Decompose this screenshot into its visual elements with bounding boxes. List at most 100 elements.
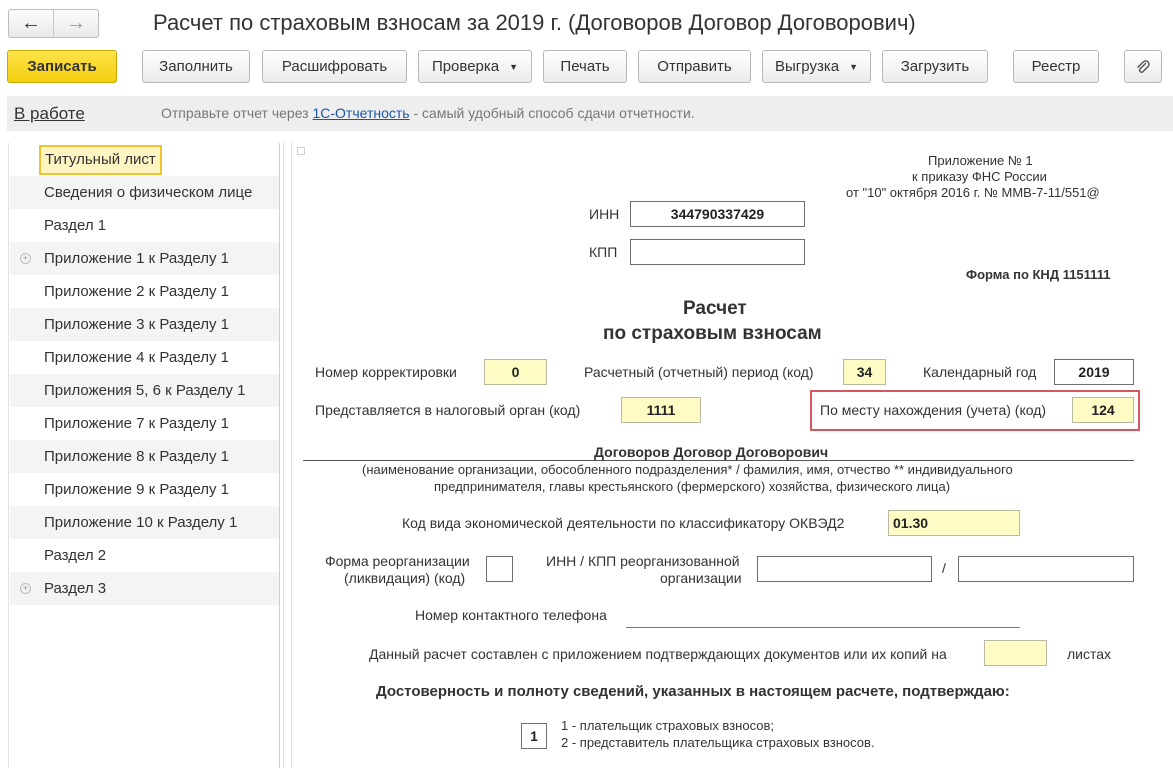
sidebar-item-appendix-7[interactable]: Приложение 7 к Разделу 1: [10, 407, 279, 440]
reorganization-label-1: Форма реорганизации: [325, 553, 470, 569]
arrow-right-icon: →: [66, 12, 86, 34]
sidebar-item-label: Приложения 5, 6 к Разделу 1: [44, 382, 246, 399]
reorganized-inn-label-2: организации: [660, 570, 742, 586]
attach-button[interactable]: [1124, 50, 1162, 83]
okved-field[interactable]: 01.30: [888, 510, 1020, 536]
arrow-left-icon: ←: [21, 12, 41, 34]
correction-label: Номер корректировки: [315, 364, 457, 380]
check-dropdown-button[interactable]: Проверка ▼: [418, 50, 532, 83]
form-heading: Расчет: [683, 298, 747, 319]
sidebar-item-appendix-8[interactable]: Приложение 8 к Разделу 1: [10, 440, 279, 473]
load-button[interactable]: Загрузить: [882, 50, 988, 83]
phone-label: Номер контактного телефона: [415, 607, 607, 623]
pages-suffix: листах: [1067, 646, 1112, 662]
sidebar-item-label: Приложение 9 к Разделу 1: [44, 481, 229, 498]
sidebar-item-label: Раздел 1: [44, 217, 107, 234]
1c-reporting-link[interactable]: 1С-Отчетность: [312, 105, 409, 121]
back-button[interactable]: ←: [9, 10, 53, 37]
kpp-field[interactable]: [630, 239, 805, 265]
caret-down-icon: ▼: [849, 61, 858, 72]
sidebar-item-label: Приложение 10 к Разделу 1: [44, 514, 238, 531]
print-button[interactable]: Печать: [543, 50, 627, 83]
forward-button[interactable]: →: [53, 10, 98, 37]
reorganized-inn-label-1: ИНН / КПП реорганизованной: [546, 553, 740, 569]
sidebar-item-label: Сведения о физическом лице: [44, 184, 253, 201]
organization-name[interactable]: Договоров Договор Договорович: [594, 444, 828, 460]
check-button-label: Проверка: [431, 58, 500, 75]
history-nav: ← →: [8, 9, 99, 38]
pages-field[interactable]: [984, 640, 1047, 666]
sidebar-item-appendix-2[interactable]: Приложение 2 к Разделу 1: [10, 275, 279, 308]
save-button-label: Записать: [27, 58, 97, 75]
period-field[interactable]: 34: [843, 359, 886, 385]
okved-label: Код вида экономической деятельности по к…: [402, 515, 845, 531]
phone-field[interactable]: [626, 627, 1020, 628]
confirm-heading: Достоверность и полноту сведений, указан…: [376, 683, 1010, 700]
form-subheading: по страховым взносам: [603, 323, 822, 344]
sidebar-item-title-page[interactable]: Титульный лист: [10, 143, 279, 176]
sidebar-item-label: Приложение 8 к Разделу 1: [44, 448, 229, 465]
sidebar-item-appendix-9[interactable]: Приложение 9 к Разделу 1: [10, 473, 279, 506]
appendix-line-2: к приказу ФНС России: [912, 169, 1047, 184]
expand-icon[interactable]: +: [20, 253, 31, 264]
registry-button[interactable]: Реестр: [1013, 50, 1099, 83]
window-title: Расчет по страховым взносам за 2019 г. (…: [153, 10, 916, 35]
registry-button-label: Реестр: [1031, 58, 1081, 75]
organization-caption-2: предпринимателя, главы крестьянского (фе…: [434, 479, 951, 494]
correction-field[interactable]: 0: [484, 359, 547, 385]
inn-field[interactable]: 344790337429: [630, 201, 805, 227]
sidebar-item-person-info[interactable]: Сведения о физическом лице: [10, 176, 279, 209]
reorganization-field[interactable]: [486, 556, 513, 582]
organization-caption-1: (наименование организации, обособленного…: [362, 462, 1013, 477]
sidebar-item-appendix-1[interactable]: + Приложение 1 к Разделу 1: [10, 242, 279, 275]
sidebar-item-appendix-4[interactable]: Приложение 4 к Разделу 1: [10, 341, 279, 374]
sidebar-item-label: Титульный лист: [39, 145, 162, 175]
export-dropdown-button[interactable]: Выгрузка ▼: [762, 50, 871, 83]
print-button-label: Печать: [560, 58, 610, 75]
sidebar-item-section-3[interactable]: + Раздел 3: [10, 572, 279, 605]
signer-option-2: 2 - представитель плательщика страховых …: [561, 735, 875, 750]
form-corner-marker: [297, 147, 305, 155]
location-code-field[interactable]: 124: [1072, 397, 1134, 423]
sections-sidebar: Титульный лист Сведения о физическом лиц…: [8, 143, 280, 768]
sidebar-item-appendix-5-6[interactable]: Приложения 5, 6 к Разделу 1: [10, 374, 279, 407]
save-button[interactable]: Записать: [7, 50, 117, 83]
period-label: Расчетный (отчетный) период (код): [584, 364, 814, 380]
sidebar-item-section-2[interactable]: Раздел 2: [10, 539, 279, 572]
organization-name-line: [303, 460, 1134, 461]
paperclip-icon: [1137, 59, 1150, 73]
sidebar-item-label: Приложение 2 к Разделу 1: [44, 283, 229, 300]
send-button-label: Отправить: [657, 58, 732, 75]
expand-icon[interactable]: +: [20, 583, 31, 594]
reorganized-kpp-field[interactable]: [958, 556, 1134, 582]
caret-down-icon: ▼: [509, 61, 519, 72]
reorganization-label-2: (ликвидация) (код): [344, 570, 466, 586]
status-link[interactable]: В работе: [14, 104, 85, 124]
load-button-label: Загрузить: [900, 58, 970, 75]
export-button-label: Выгрузка: [775, 58, 840, 75]
knd-code: Форма по КНД 1151111: [966, 267, 1111, 282]
sidebar-item-appendix-3[interactable]: Приложение 3 к Разделу 1: [10, 308, 279, 341]
year-field[interactable]: 2019: [1054, 359, 1134, 385]
sidebar-item-label: Раздел 2: [44, 547, 107, 564]
signer-type-field[interactable]: 1: [521, 723, 547, 749]
sidebar-item-label: Приложение 1 к Разделу 1: [44, 250, 229, 267]
signer-option-1: 1 - плательщик страховых взносов;: [561, 718, 774, 733]
send-button[interactable]: Отправить: [638, 50, 751, 83]
fill-button[interactable]: Заполнить: [142, 50, 250, 83]
panel-splitter[interactable]: [283, 143, 292, 768]
tax-authority-label: Представляется в налоговый орган (код): [315, 402, 581, 418]
inn-label: ИНН: [589, 206, 620, 222]
reorganized-inn-field[interactable]: [757, 556, 932, 582]
kpp-label: КПП: [589, 244, 618, 260]
sidebar-item-section-1[interactable]: Раздел 1: [10, 209, 279, 242]
tax-authority-field[interactable]: 1111: [621, 397, 701, 423]
fill-button-label: Заполнить: [159, 58, 233, 75]
sidebar-item-label: Раздел 3: [44, 580, 107, 597]
decode-button-label: Расшифровать: [281, 58, 388, 75]
decode-button[interactable]: Расшифровать: [262, 50, 407, 83]
inn-kpp-separator: /: [942, 560, 946, 576]
sidebar-item-label: Приложение 7 к Разделу 1: [44, 415, 229, 432]
sidebar-item-appendix-10[interactable]: Приложение 10 к Разделу 1: [10, 506, 279, 539]
sidebar-item-label: Приложение 3 к Разделу 1: [44, 316, 229, 333]
